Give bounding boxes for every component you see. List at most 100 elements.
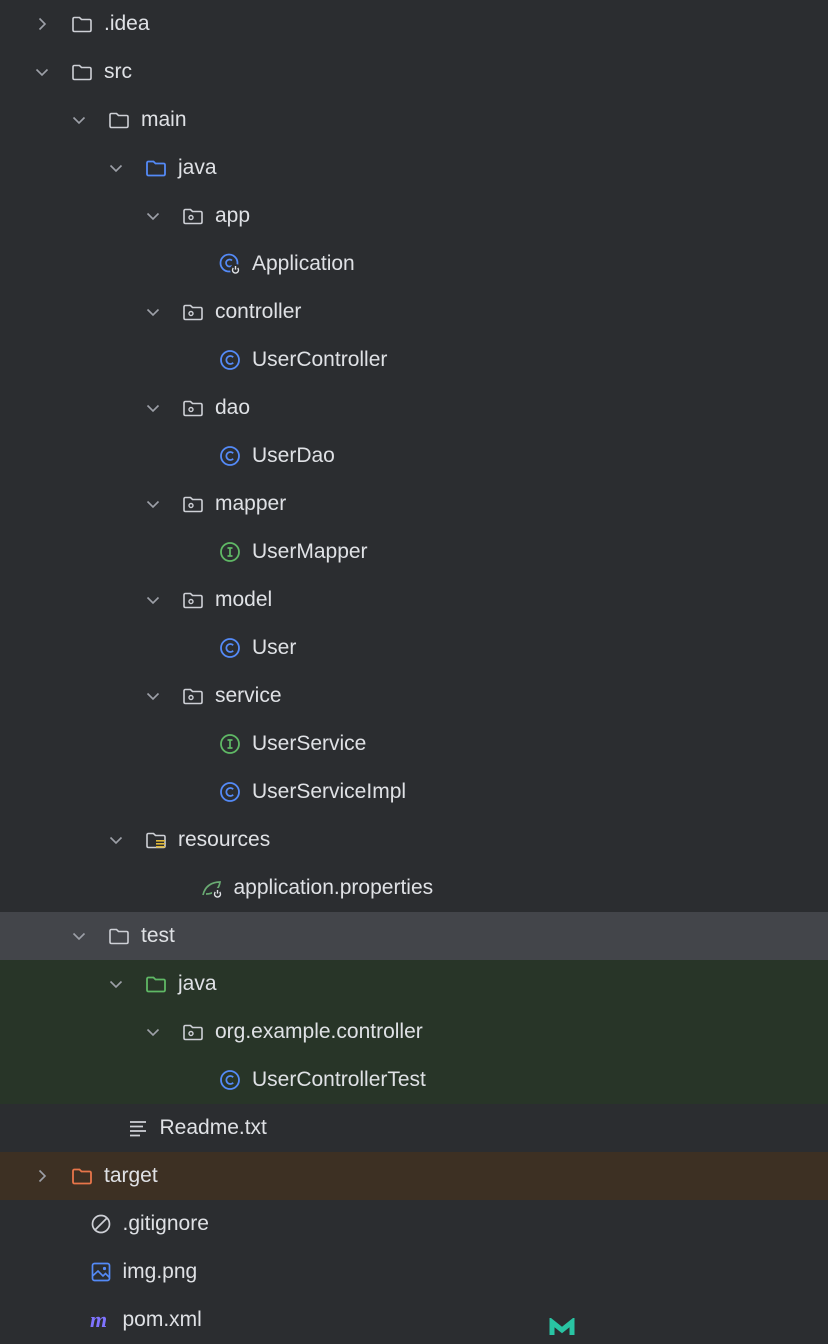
tree-item-label: java (178, 156, 217, 179)
image-file-icon (89, 1260, 113, 1284)
tree-item-dao[interactable]: dao (0, 384, 828, 432)
interface-icon (218, 732, 242, 756)
tree-item-usercontroller[interactable]: UserController (0, 336, 828, 384)
tree-item-label: img.png (122, 1260, 198, 1283)
tree-item-main[interactable]: main (0, 96, 828, 144)
tree-item-gitignore[interactable]: .gitignore (0, 1200, 828, 1248)
tree-item-label: .idea (104, 12, 150, 35)
chevron-down-icon[interactable] (106, 158, 126, 178)
chevron-down-icon[interactable] (69, 926, 89, 946)
tree-item-label: org.example.controller (215, 1020, 423, 1043)
text-file-icon (126, 1116, 150, 1140)
chevron-down-icon[interactable] (106, 974, 126, 994)
tree-item-app[interactable]: app (0, 192, 828, 240)
class-icon (218, 348, 242, 372)
chevron-down-icon[interactable] (143, 590, 163, 610)
tree-item-label: .gitignore (122, 1212, 209, 1235)
tree-item-model[interactable]: model (0, 576, 828, 624)
chevron-down-icon[interactable] (143, 206, 163, 226)
tree-item-label: UserController (252, 348, 388, 371)
tree-item-label: UserControllerTest (252, 1068, 426, 1091)
chevron-down-icon[interactable] (32, 62, 52, 82)
tree-item-java[interactable]: java (0, 960, 828, 1008)
class-icon (218, 636, 242, 660)
class-icon (218, 780, 242, 804)
tree-item-label: app (215, 204, 251, 227)
tree-item-label: target (104, 1164, 158, 1187)
maven-icon: m (89, 1307, 113, 1332)
package-icon (181, 492, 205, 516)
package-icon (181, 204, 205, 228)
chevron-right-icon[interactable] (32, 14, 52, 34)
project-tree: .idea src main java app Application controller… (0, 0, 828, 1335)
folder-icon (70, 60, 94, 84)
folder-icon (70, 12, 94, 36)
tree-item-label: application.properties (233, 876, 434, 899)
tree-item-mapper[interactable]: mapper (0, 480, 828, 528)
chevron-down-icon[interactable] (143, 1022, 163, 1042)
tree-item-label: model (215, 588, 273, 611)
tree-item-resources[interactable]: resources (0, 816, 828, 864)
folder-icon (107, 924, 131, 948)
chevron-down-icon[interactable] (143, 398, 163, 418)
tree-item-label: service (215, 684, 282, 707)
chevron-down-icon[interactable] (143, 686, 163, 706)
tree-item-label: pom.xml (122, 1308, 202, 1331)
folder-icon (107, 108, 131, 132)
test-root-folder-icon (144, 972, 168, 996)
tree-item-userservice[interactable]: UserService (0, 720, 828, 768)
tree-item-label: controller (215, 300, 302, 323)
chevron-down-icon[interactable] (143, 494, 163, 514)
gitignore-icon (89, 1212, 113, 1236)
tree-item-label: UserDao (252, 444, 335, 467)
tree-item-label: java (178, 972, 217, 995)
tree-item-service[interactable]: service (0, 672, 828, 720)
package-icon (181, 684, 205, 708)
tree-item-java[interactable]: java (0, 144, 828, 192)
tree-item-idea[interactable]: .idea (0, 0, 828, 48)
class-icon (218, 1068, 242, 1092)
tree-item-label: UserService (252, 732, 367, 755)
tree-item-label: main (141, 108, 187, 131)
package-icon (181, 300, 205, 324)
package-icon (181, 588, 205, 612)
tree-item-application[interactable]: Application (0, 240, 828, 288)
spring-properties-icon (200, 876, 224, 900)
tree-item-src[interactable]: src (0, 48, 828, 96)
tree-item-pom-xml[interactable]: m pom.xml (0, 1296, 828, 1344)
tree-item-label: dao (215, 396, 251, 419)
tree-item-org-example-controller[interactable]: org.example.controller (0, 1008, 828, 1056)
tree-item-label: test (141, 924, 175, 947)
tree-item-userdao[interactable]: UserDao (0, 432, 828, 480)
tree-item-label: User (252, 636, 297, 659)
chevron-down-icon[interactable] (143, 302, 163, 322)
tree-item-label: UserMapper (252, 540, 368, 563)
tree-item-label: UserServiceImpl (252, 780, 407, 803)
chevron-down-icon[interactable] (106, 830, 126, 850)
tree-item-readme-txt[interactable]: Readme.txt (0, 1104, 828, 1152)
chevron-down-icon[interactable] (69, 110, 89, 130)
source-root-folder-icon (144, 156, 168, 180)
package-icon (181, 1020, 205, 1044)
tree-item-controller[interactable]: controller (0, 288, 828, 336)
resources-folder-icon (144, 828, 168, 852)
tree-item-img-png[interactable]: img.png (0, 1248, 828, 1296)
spring-boot-class-icon (218, 252, 242, 276)
excluded-folder-icon (70, 1164, 94, 1188)
chevron-right-icon[interactable] (32, 1166, 52, 1186)
tree-item-label: Readme.txt (159, 1116, 267, 1139)
partial-logo-icon (549, 1318, 575, 1335)
tree-item-test[interactable]: test (0, 912, 828, 960)
package-icon (181, 396, 205, 420)
tree-item-label: Application (252, 252, 355, 275)
tree-item-usercontrollertest[interactable]: UserControllerTest (0, 1056, 828, 1104)
tree-item-label: mapper (215, 492, 287, 515)
tree-item-userserviceimpl[interactable]: UserServiceImpl (0, 768, 828, 816)
tree-item-user[interactable]: User (0, 624, 828, 672)
tree-item-target[interactable]: target (0, 1152, 828, 1200)
tree-item-usermapper[interactable]: UserMapper (0, 528, 828, 576)
interface-icon (218, 540, 242, 564)
tree-item-label: resources (178, 828, 271, 851)
tree-item-label: src (104, 60, 132, 83)
tree-item-application-properties[interactable]: application.properties (0, 864, 828, 912)
